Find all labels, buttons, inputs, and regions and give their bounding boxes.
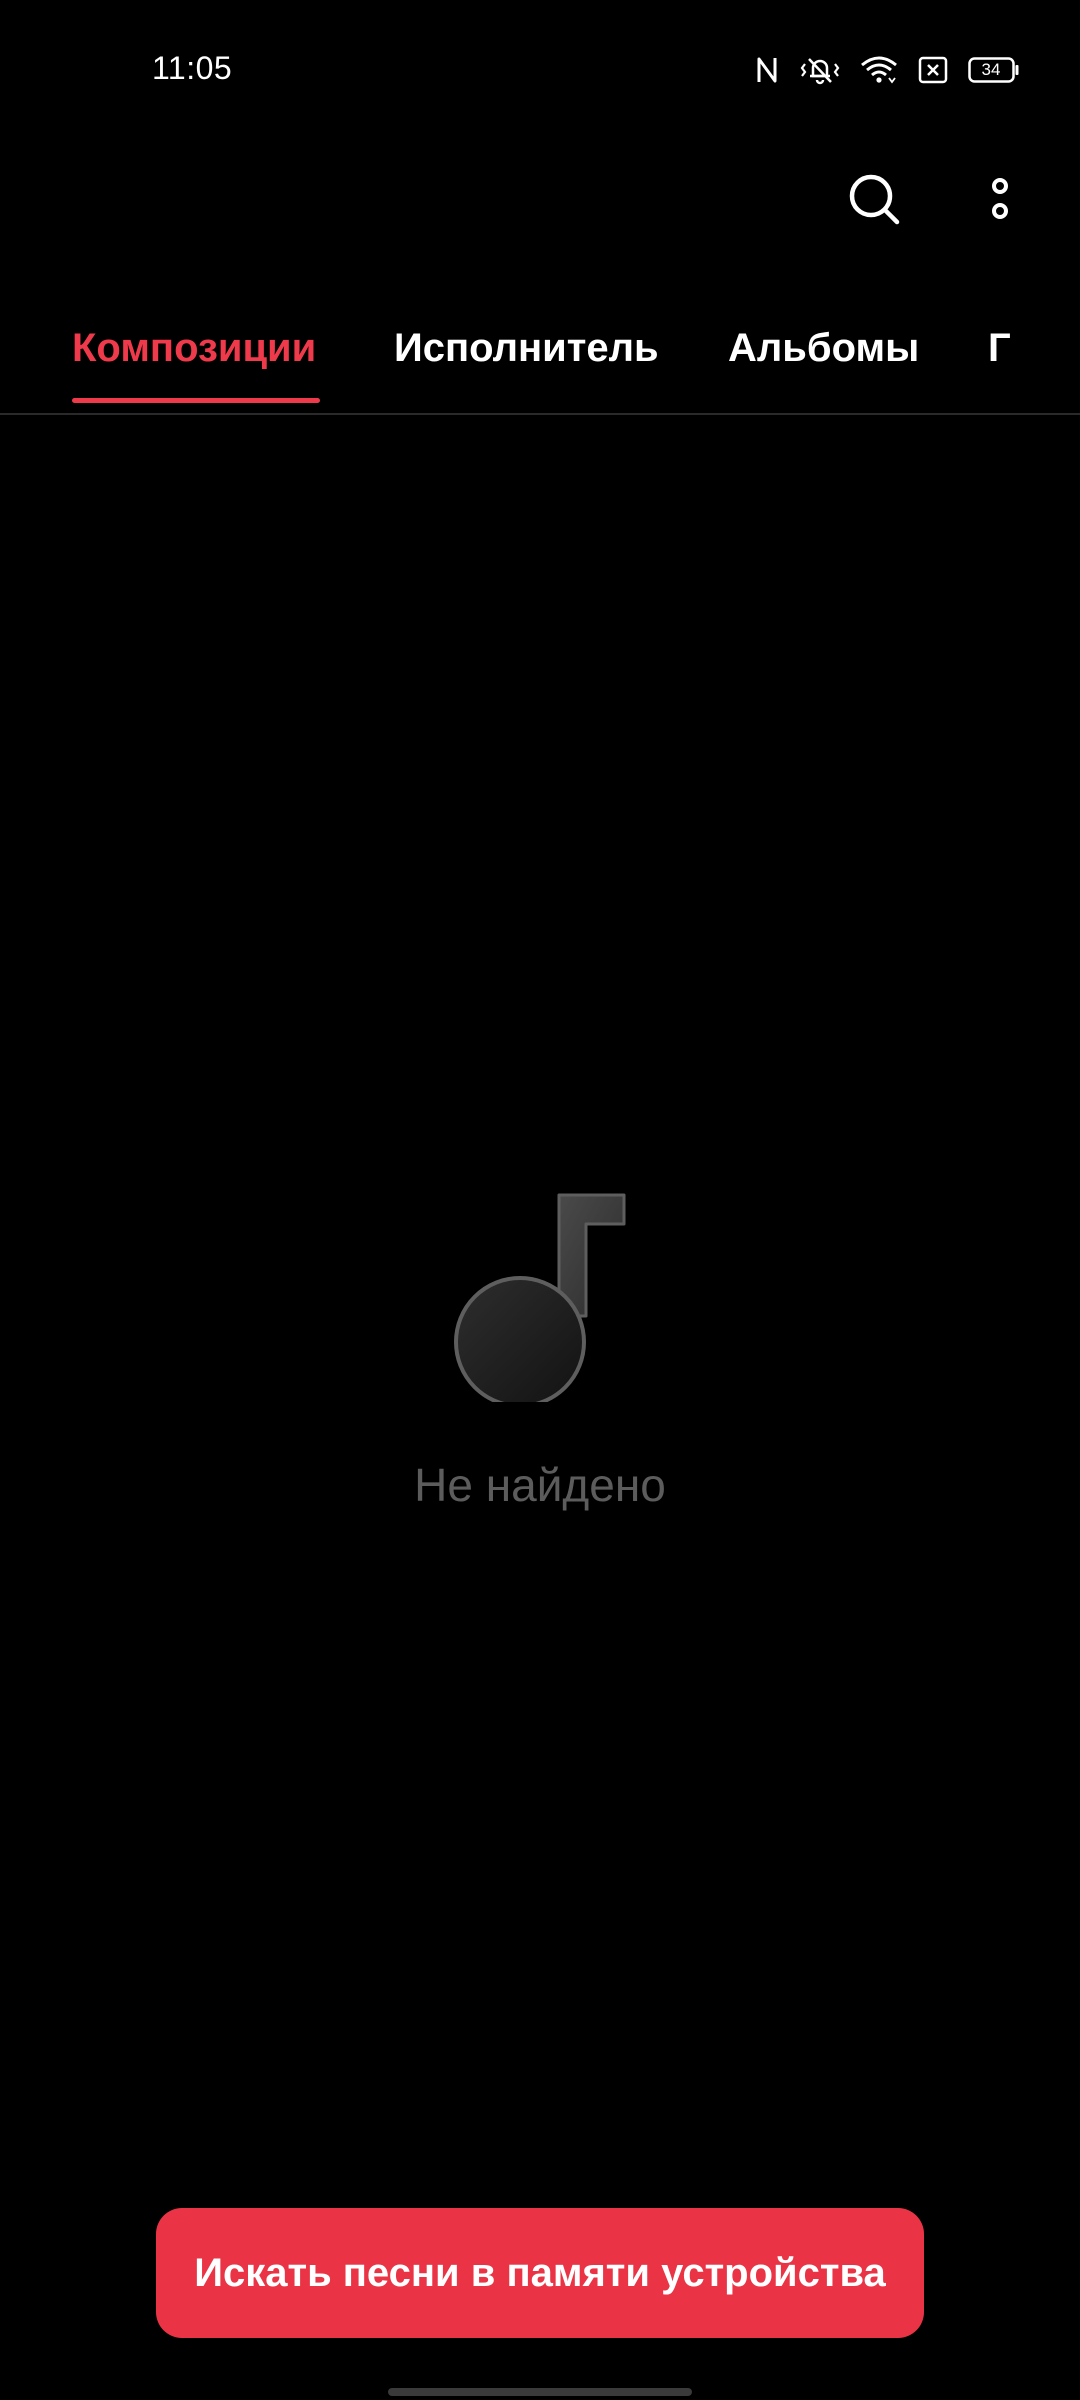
wifi-icon: [860, 55, 898, 85]
tabs-divider: [0, 413, 1080, 415]
status-bar: 11:05 34: [0, 0, 1080, 140]
battery-icon: 34: [968, 57, 1020, 83]
tab-albums[interactable]: Альбомы: [728, 326, 919, 371]
scan-device-songs-button[interactable]: Искать песни в памяти устройства: [156, 2208, 924, 2338]
vibrate-silent-icon: [800, 55, 840, 85]
search-button[interactable]: [840, 165, 910, 235]
no-sim-icon: [918, 56, 948, 84]
active-tab-indicator: [72, 398, 320, 403]
nfc-icon: [754, 55, 780, 85]
search-icon: [849, 174, 900, 225]
empty-message: Не найдено: [414, 1459, 666, 1511]
music-note-icon: [454, 1193, 626, 1402]
tab-songs[interactable]: Композиции: [72, 326, 316, 371]
category-tabs: Композиции Исполнитель Альбомы Г: [0, 300, 1080, 414]
tab-artists[interactable]: Исполнитель: [394, 326, 659, 371]
tab-genres[interactable]: Г: [988, 326, 1011, 371]
more-vertical-icon: [992, 178, 1008, 219]
status-icons: 34: [754, 52, 1020, 88]
battery-level: 34: [981, 60, 1001, 79]
status-time: 11:05: [152, 50, 233, 86]
home-indicator: [388, 2388, 692, 2396]
app-bar: [0, 140, 1080, 260]
empty-state: Не найдено: [0, 1170, 1080, 1530]
more-options-button[interactable]: [965, 165, 1035, 235]
